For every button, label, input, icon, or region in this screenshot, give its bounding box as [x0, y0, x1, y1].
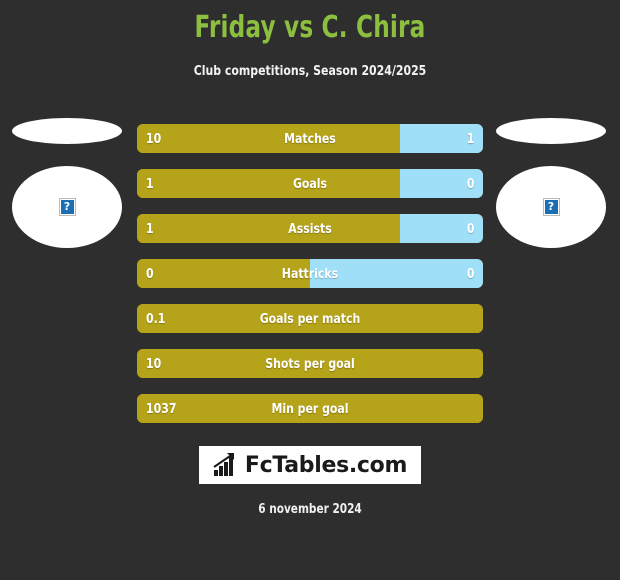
stat-bar-row: 10 Matches 1 [137, 124, 483, 153]
player-photo-left: ? [12, 166, 122, 248]
fctables-logo: FcTables.com [199, 446, 421, 484]
stat-comparison-page: Friday vs C. Chira Club competitions, Se… [0, 0, 620, 580]
stat-bar-row: 1037 Min per goal [137, 394, 483, 423]
player-right-block: ? [496, 118, 606, 248]
club-badge-placeholder-right [496, 118, 606, 144]
stat-value-right: 0 [466, 220, 474, 237]
stat-bar-row: 1 Goals 0 [137, 169, 483, 198]
stat-label: Assists [288, 220, 332, 237]
fctables-logo-text: FcTables.com [244, 452, 408, 478]
stat-value-left: 1 [146, 220, 154, 237]
stat-bar-row: 1 Assists 0 [137, 214, 483, 243]
broken-image-glyph: ? [544, 200, 558, 214]
stat-value-right: 0 [466, 265, 474, 282]
stat-label: Matches [284, 130, 336, 147]
stat-value-right: 1 [466, 130, 474, 147]
broken-image-icon: ? [542, 198, 560, 216]
broken-image-icon: ? [58, 198, 76, 216]
page-title: Friday vs C. Chira [194, 10, 426, 45]
stat-value-left: 0 [146, 265, 154, 282]
stat-value-right: 0 [466, 175, 474, 192]
page-subtitle: Club competitions, Season 2024/2025 [193, 63, 427, 79]
stat-bar-row: 0.1 Goals per match [137, 304, 483, 333]
stat-label: Goals per match [259, 310, 361, 327]
stat-label: Shots per goal [265, 355, 355, 372]
stat-value-left: 1 [146, 175, 154, 192]
broken-image-glyph: ? [60, 200, 74, 214]
stat-label: Min per goal [271, 400, 349, 417]
stat-bars-list: 10 Matches 1 1 Goals 0 1 Assists 0 0 Hattricks 0 0.1… [137, 124, 483, 439]
bar-chart-arrow-icon [213, 453, 234, 476]
player-left-block: ? [12, 118, 122, 248]
stat-bar-row: 10 Shots per goal [137, 349, 483, 378]
stat-label: Goals [292, 175, 328, 192]
player-photo-right: ? [496, 166, 606, 248]
stat-bar-row: 0 Hattricks 0 [137, 259, 483, 288]
stat-label: Hattricks [281, 265, 339, 282]
footer-date: 6 november 2024 [258, 502, 362, 517]
club-badge-placeholder-left [12, 118, 122, 144]
